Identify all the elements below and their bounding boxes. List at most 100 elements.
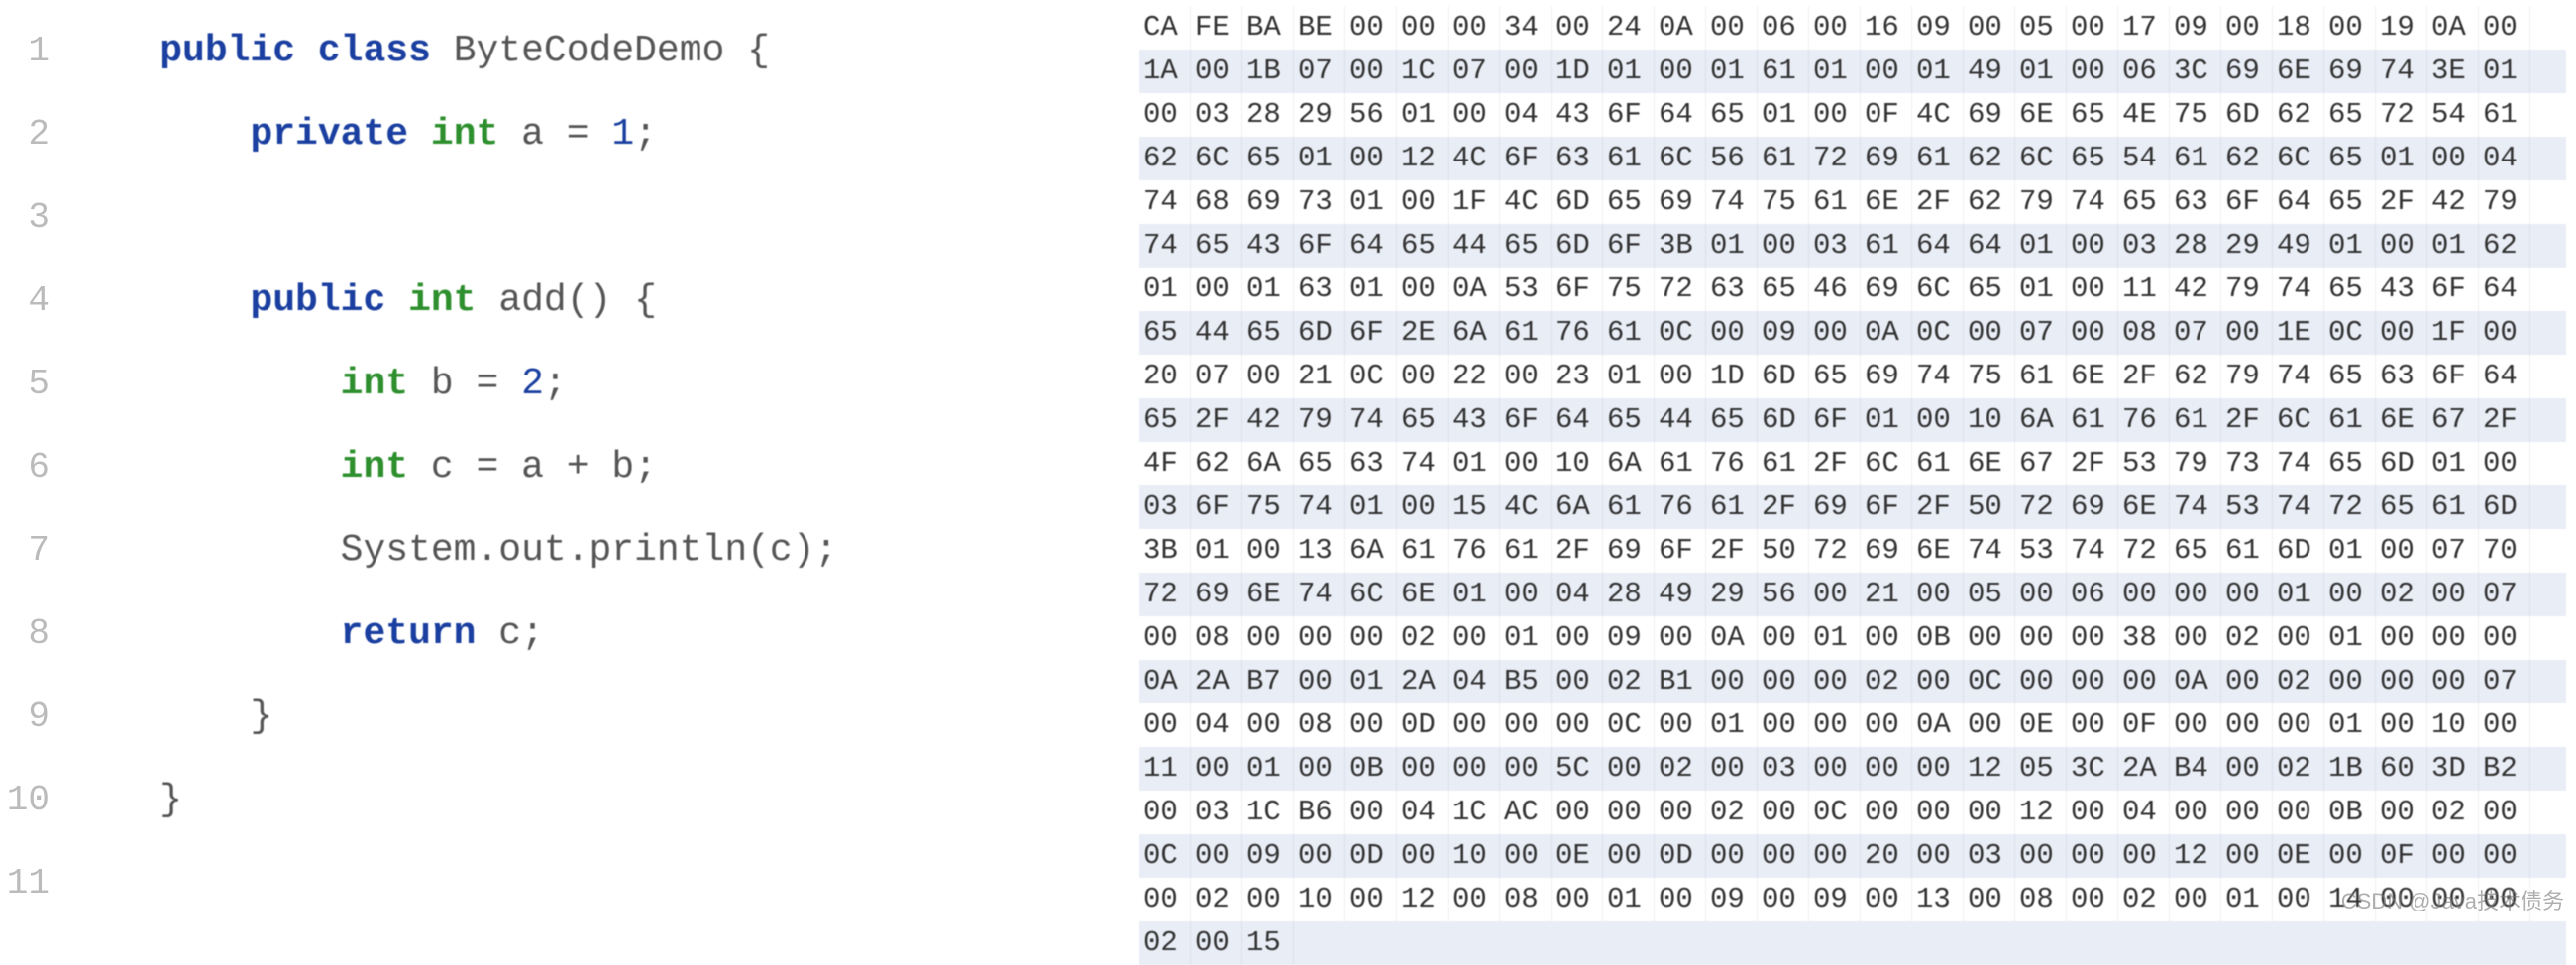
hex-byte: 4C [1912, 93, 1964, 137]
hex-byte: 2A [1397, 660, 1449, 703]
hex-byte: 01 [2376, 137, 2427, 180]
hex-byte: 79 [1294, 398, 1345, 442]
hex-byte: 6A [2015, 398, 2067, 442]
hex-byte: 20 [1861, 834, 1912, 878]
hex-byte: 01 [1603, 878, 1655, 921]
code-line: public int add() { [69, 260, 837, 343]
hex-byte: 22 [1449, 355, 1500, 398]
hex-byte: 3B [1139, 529, 1191, 573]
line-number: 4 [0, 260, 50, 343]
hex-byte: 0D [1345, 834, 1397, 878]
hex-byte: 0A [2170, 660, 2221, 703]
hex-byte: 2F [2221, 398, 2273, 442]
hex-byte: 00 [1139, 93, 1191, 137]
hex-byte: 6C [1345, 573, 1397, 616]
hex-byte: 0A [1655, 6, 1706, 50]
hex-byte: 00 [1449, 703, 1500, 747]
hex-row: 0100016301000A536F7572636546696C65010011… [1139, 268, 2566, 311]
hex-byte: 65 [2067, 137, 2118, 180]
hex-byte: 00 [1912, 660, 1964, 703]
hex-byte: 02 [2118, 878, 2170, 921]
hex-byte: 07 [2170, 311, 2221, 355]
hex-byte: 06 [2067, 573, 2118, 616]
hex-byte: 02 [2273, 660, 2324, 703]
hex-byte: 3B [1655, 224, 1706, 268]
hex-byte: 1A [1139, 50, 1191, 93]
hex-byte: 12 [2170, 834, 2221, 878]
hex-byte: 00 [2170, 573, 2221, 616]
hex-byte: 73 [2221, 442, 2273, 485]
hex-byte: 63 [1706, 268, 1758, 311]
line-number: 3 [0, 176, 50, 260]
hex-byte: 02 [2427, 791, 2479, 834]
hex-byte: 6F [1655, 529, 1706, 573]
hex-byte: 1C [1397, 50, 1449, 93]
hex-byte: 43 [1552, 93, 1603, 137]
hex-byte: 28 [2170, 224, 2221, 268]
hex-byte: 53 [2015, 529, 2067, 573]
hex-row: 626C650100124C6F63616C5661726961626C6554… [1139, 137, 2566, 180]
hex-byte: 6A [1242, 442, 1294, 485]
hex-byte: 00 [1500, 355, 1552, 398]
hex-byte: 74 [1706, 180, 1758, 224]
hex-byte: 00 [1500, 50, 1552, 93]
hex-byte: 01 [2273, 573, 2324, 616]
hex-byte: 03 [1191, 93, 1242, 137]
hex-byte: 79 [2015, 180, 2067, 224]
hex-byte: 65 [1809, 355, 1861, 398]
hex-byte: 00 [1449, 878, 1500, 921]
hex-byte: 00 [2067, 224, 2118, 268]
hex-byte: 0F [1861, 93, 1912, 137]
hex-byte: 6F [1345, 311, 1397, 355]
hex-byte: 00 [1758, 660, 1809, 703]
hex-byte: 6D [2479, 485, 2530, 529]
hex-byte: 76 [1552, 311, 1603, 355]
hex-byte: 74 [1345, 398, 1397, 442]
hex-byte: 61 [1500, 529, 1552, 573]
hex-byte: 65 [1397, 224, 1449, 268]
hex-byte: 65 [2324, 355, 2376, 398]
hex-byte: 2F [1912, 485, 1964, 529]
hex-byte: 72 [2118, 529, 2170, 573]
hex-row: 0C0009000D0010000E000D000000200003000000… [1139, 834, 2566, 878]
hex-byte: 04 [1449, 660, 1500, 703]
hex-byte: B2 [2479, 747, 2530, 791]
hex-byte: 00 [1552, 878, 1603, 921]
hex-byte: 03 [1809, 224, 1861, 268]
hex-byte: 6E [2376, 398, 2427, 442]
hex-byte: 10 [2427, 703, 2479, 747]
hex-byte: 72 [1655, 268, 1706, 311]
hex-byte: 79 [2479, 180, 2530, 224]
hex-byte: 00 [2221, 703, 2273, 747]
hex-byte: 10 [1552, 442, 1603, 485]
hex-byte: 00 [2376, 703, 2427, 747]
hex-byte: 01 [1809, 50, 1861, 93]
hex-byte: 1F [1449, 180, 1500, 224]
hex-byte: 1B [1242, 50, 1294, 93]
hex-byte: 6E [1912, 529, 1964, 573]
hex-byte: 01 [1449, 442, 1500, 485]
hex-byte: 00 [1294, 616, 1345, 660]
hex-viewer: CAFEBABE0000003400240A000600160900050017… [1120, 0, 2576, 921]
hex-byte: 00 [1809, 834, 1861, 878]
hex-byte: 00 [1706, 834, 1758, 878]
hex-byte: 6D [1552, 224, 1603, 268]
hex-byte: 03 [1964, 834, 2015, 878]
hex-byte: 06 [2118, 50, 2170, 93]
hex-byte: 06 [1758, 6, 1809, 50]
hex-byte: 1E [2273, 311, 2324, 355]
hex-byte: 64 [1345, 224, 1397, 268]
hex-byte: 38 [2118, 616, 2170, 660]
hex-byte: 2F [1191, 398, 1242, 442]
hex-row: 72696E746C6E0100042849295600210005000600… [1139, 573, 2566, 616]
hex-byte: 72 [2015, 485, 2067, 529]
hex-byte: 00 [1861, 878, 1912, 921]
hex-byte: 65 [1139, 311, 1191, 355]
hex-byte: 23 [1552, 355, 1603, 398]
hex-byte: 00 [1500, 747, 1552, 791]
hex-byte: 65 [1242, 137, 1294, 180]
code-line: System.out.println(c); [69, 509, 837, 592]
hex-row: 652F42797465436F646544656D6F0100106A6176… [1139, 398, 2566, 442]
hex-byte: 11 [2118, 268, 2170, 311]
hex-byte: 65 [1706, 93, 1758, 137]
